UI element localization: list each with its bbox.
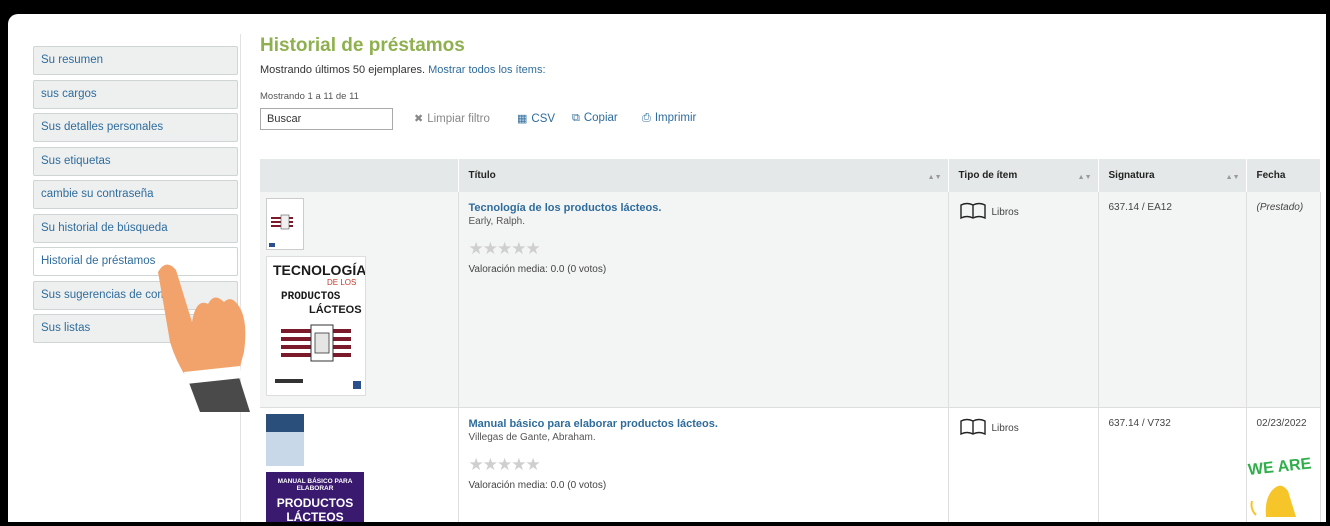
csv-label: CSV [531,113,556,125]
results-counter: Mostrando 1 a 11 de 11 [260,91,359,102]
book-cover-thumbnail[interactable] [266,414,304,466]
column-header-cover [260,159,459,192]
cover-cell: TECNOLOGÍA DE LOS PRODUCTOS LÁCTEOS [260,192,459,408]
item-type: Libros [991,423,1019,434]
sidebar-item-charges[interactable]: sus cargos [33,79,238,109]
page-title: Historial de préstamos [260,35,465,56]
book-author: Early, Ralph. [468,216,526,227]
sticker-text: WE ARE [1247,455,1312,479]
copy-button[interactable]: ⧉ Copiar [572,112,618,125]
book-cover[interactable]: TECNOLOGÍA DE LOS PRODUCTOS LÁCTEOS [266,256,366,396]
book-title-link[interactable]: Tecnología de los productos lácteos. [469,202,938,214]
star-rating[interactable]: ★★★★★ [469,456,938,474]
book-icon [959,418,987,439]
column-header-type-label: Tipo de ítem [958,170,1018,181]
column-header-type[interactable]: Tipo de ítem ▲▼ [948,159,1099,192]
column-header-title-label: Título [468,170,496,181]
star-rating[interactable]: ★★★★★ [469,240,938,258]
sidebar-item-personal-details[interactable]: Sus detalles personales [33,113,238,142]
print-icon: ⎙ [642,112,651,124]
csv-button[interactable]: ▦ CSV [517,112,555,125]
show-all-link[interactable]: Mostrar todos los ítems: [428,64,545,76]
table-icon: ▦ [517,113,528,125]
app-screen: Su resumen sus cargos Sus detalles perso… [8,14,1326,522]
table-row: MANUAL BÁSICO PARA ELABORAR PRODUCTOS LÁ… [260,407,1321,522]
we-are-sticker: WE ARE [1246,437,1326,522]
average-rating: Valoración media: 0.0 (0 votos) [468,264,607,275]
call-number-cell: 637.14 / V732 [1098,407,1247,522]
sort-icon: ▲▼ [1225,174,1240,181]
sort-icon: ▲▼ [927,174,942,181]
column-header-call-number[interactable]: Signatura ▲▼ [1098,159,1247,192]
cover-title-line-1: MANUAL BÁSICO PARA ELABORAR [277,478,353,492]
pointing-hand-icon [148,252,258,417]
column-header-call-number-label: Signatura [1108,170,1155,181]
search-input[interactable] [260,108,393,130]
sidebar-item-tags[interactable]: Sus etiquetas [33,146,238,176]
cover-title-line-2: PRODUCTOS LÁCTEOS [276,496,354,522]
print-label: Imprimir [654,112,697,124]
info-text: Mostrando últimos 50 ejemplares. [260,64,426,76]
info-line: Mostrando últimos 50 ejemplares. Mostrar… [260,64,1326,76]
cover-title-line-3: PRODUCTOS [281,291,341,303]
date-cell: (Prestado) [1246,192,1321,408]
cover-title-line-1: TECNOLOGÍA [273,262,365,278]
table-header-row: Título ▲▼ Tipo de ítem ▲▼ Signatura ▲▼ Fech… [260,159,1321,192]
book-cover-thumbnail[interactable] [266,198,304,250]
book-cover[interactable]: MANUAL BÁSICO PARA ELABORAR PRODUCTOS LÁ… [266,472,364,522]
type-cell: Libros [948,192,1099,408]
book-author: Villegas de Gante, Abraham. [468,432,596,443]
average-rating: Valoración media: 0.0 (0 votos) [468,480,607,491]
copy-label: Copiar [583,112,618,124]
title-cell: Tecnología de los productos lácteos. Ear… [458,192,949,408]
print-button[interactable]: ⎙ Imprimir [642,112,696,125]
column-header-date[interactable]: Fecha [1246,159,1321,192]
column-header-date-label: Fecha [1256,170,1286,181]
book-title-link[interactable]: Manual básico para elaborar productos lá… [469,418,938,430]
cover-title-line-2: DE LOS [327,278,356,287]
clear-filter-button[interactable]: ✖ Limpiar filtro [414,112,490,125]
sidebar-item-search-history[interactable]: Su historial de búsqueda [33,213,238,243]
item-type: Libros [991,207,1019,218]
table-toolbar: ✖Limpiar filtro ▦CSV ⧉Copiar ⎙Imprimir [260,108,1326,132]
sort-icon: ▲▼ [1077,174,1092,181]
column-header-title[interactable]: Título ▲▼ [458,159,949,192]
clear-filter-label: Limpiar filtro [427,113,490,125]
loan-history-table: Título ▲▼ Tipo de ítem ▲▼ Signatura ▲▼ Fech… [260,159,1321,522]
copy-icon: ⧉ [572,112,580,124]
sidebar-item-summary[interactable]: Su resumen [33,46,238,75]
cover-cell: MANUAL BÁSICO PARA ELABORAR PRODUCTOS LÁ… [260,407,459,522]
cover-title-line-4: LÁCTEOS [309,303,362,316]
close-icon: ✖ [414,113,424,125]
title-cell: Manual básico para elaborar productos lá… [458,407,949,522]
sidebar-item-change-password[interactable]: cambie su contraseña [33,180,238,209]
book-icon [959,202,987,223]
type-cell: Libros [948,407,1099,522]
call-number-cell: 637.14 / EA12 [1098,192,1247,408]
table-row: TECNOLOGÍA DE LOS PRODUCTOS LÁCTEOS Tecn… [260,192,1321,408]
main-content: Historial de préstamos Mostrando últimos… [260,34,1326,522]
